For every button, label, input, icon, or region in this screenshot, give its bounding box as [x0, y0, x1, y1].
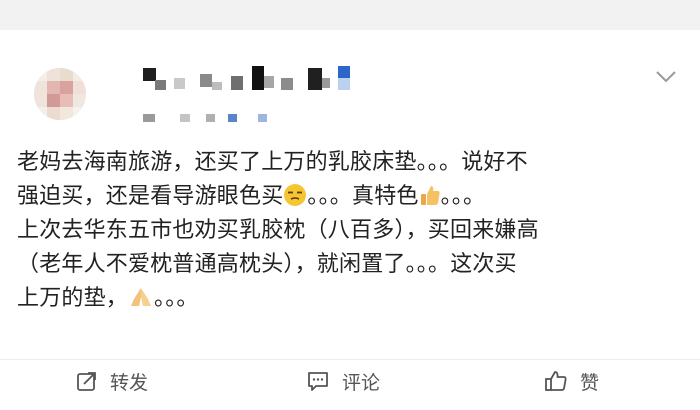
repost-label: 转发: [110, 371, 149, 394]
post-line-1: 老妈去海南旅游，还买了上万的乳胶床垫。。。说好不: [17, 150, 528, 175]
like-label: 赞: [580, 371, 600, 394]
post-line-4: （老年人不爱枕普通高枕头），就闲置了。。。这次买: [17, 252, 517, 277]
post-line-5-part-b: 。。。: [154, 286, 199, 311]
unamused-face-emoji-icon: [284, 184, 307, 206]
repost-icon: [77, 372, 96, 391]
pray-hands-emoji-icon: [131, 288, 152, 306]
post-line-5-part-a: 上万的垫，: [17, 286, 129, 311]
post-line-2-part-c: 。。。: [440, 184, 486, 209]
chevron-down-icon[interactable]: [655, 70, 677, 84]
post-line-2-part-a: 强迫买，还是看导游眼色买: [17, 184, 284, 209]
like-button[interactable]: 赞: [544, 364, 599, 398]
post-line-2-part-b: 。。。真特色: [307, 184, 419, 209]
comment-button[interactable]: 评论: [306, 364, 380, 398]
top-gray-band: [0, 0, 700, 30]
like-icon: [545, 371, 567, 391]
actions-divider: [0, 359, 700, 360]
thumbs-up-emoji-icon: [420, 186, 440, 205]
comment-label: 评论: [342, 371, 381, 394]
post-line-3: 上次去华东五市也劝买乳胶枕（八百多），买回来嫌高: [17, 218, 539, 243]
comment-icon: [308, 372, 328, 391]
avatar[interactable]: [34, 68, 86, 120]
repost-button[interactable]: 转发: [76, 364, 148, 398]
post-content: 老妈去海南旅游，还买了上万的乳胶床垫。。。说好不 强迫买，还是看导游眼色买。。。…: [17, 146, 687, 316]
